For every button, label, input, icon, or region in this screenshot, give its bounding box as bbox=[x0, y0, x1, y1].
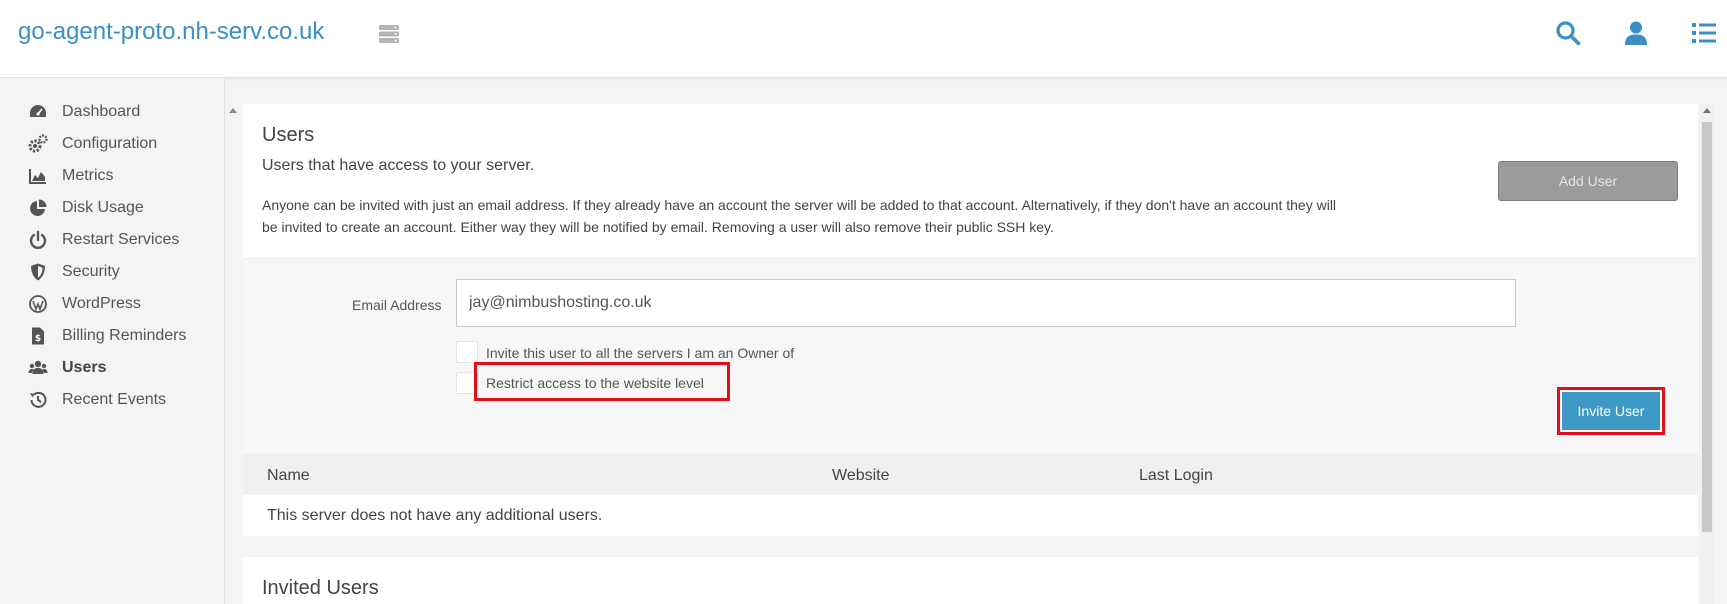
sidebar-item-label: Restart Services bbox=[62, 231, 180, 248]
users-table-empty-message: This server does not have any additional… bbox=[267, 507, 603, 524]
email-field[interactable] bbox=[456, 279, 1516, 327]
sidebar-item-label: Dashboard bbox=[62, 103, 141, 120]
sidebar-item-metrics[interactable]: Metrics bbox=[28, 162, 114, 190]
sidebar-item-label: Disk Usage bbox=[62, 199, 144, 216]
sidebar-item-label: Users bbox=[62, 359, 107, 376]
users-table-header: Name Website Last Login bbox=[243, 455, 1698, 495]
users-icon bbox=[28, 360, 48, 374]
invoice-icon: $ bbox=[32, 327, 44, 345]
svg-text:$: $ bbox=[35, 334, 41, 344]
sidebar-item-label: Configuration bbox=[62, 135, 158, 152]
sidebar-item-dashboard[interactable]: Dashboard bbox=[28, 98, 140, 126]
email-label: Email Address bbox=[352, 297, 442, 313]
sidebar-item-configuration[interactable]: Configuration bbox=[28, 130, 157, 158]
list-icon[interactable] bbox=[1691, 20, 1717, 46]
invite-user-form: Email Address Invite this user to all th… bbox=[243, 258, 1698, 455]
sidebar-item-wordpress[interactable]: WordPress bbox=[28, 290, 141, 318]
main-scrollbar-thumb[interactable] bbox=[1702, 122, 1712, 532]
history-icon bbox=[30, 391, 47, 408]
sidebar-item-restart-services[interactable]: Restart Services bbox=[28, 226, 179, 254]
invited-users-title: Invited Users bbox=[262, 577, 379, 599]
invite-all-servers-label[interactable]: Invite this user to all the servers I am… bbox=[486, 345, 794, 361]
sidebar-item-label: WordPress bbox=[62, 295, 141, 312]
column-header-website[interactable]: Website bbox=[832, 467, 890, 485]
sidebar-item-label: Recent Events bbox=[62, 391, 167, 408]
sidebar-item-users[interactable]: Users bbox=[28, 354, 106, 382]
invited-users-card: Invited Users bbox=[243, 557, 1698, 604]
sidebar-item-recent-events[interactable]: Recent Events bbox=[28, 386, 166, 414]
add-user-button[interactable]: Add User bbox=[1498, 161, 1678, 201]
top-bar: go-agent-proto.nh-serv.co.uk bbox=[0, 0, 1727, 78]
sidebar-item-label: Metrics bbox=[62, 167, 114, 184]
server-name-link[interactable]: go-agent-proto.nh-serv.co.uk bbox=[18, 18, 324, 46]
invite-all-servers-checkbox[interactable] bbox=[456, 341, 478, 363]
power-icon bbox=[29, 230, 47, 249]
scroll-up-arrow[interactable] bbox=[1702, 106, 1712, 116]
restrict-website-label[interactable]: Restrict access to the website level bbox=[486, 375, 704, 391]
chart-area-icon bbox=[29, 169, 46, 184]
pie-chart-icon bbox=[30, 199, 47, 216]
invite-user-button[interactable]: Invite User bbox=[1562, 392, 1660, 430]
page-title: Users bbox=[262, 124, 315, 146]
server-icon[interactable] bbox=[378, 24, 400, 44]
column-header-last-login[interactable]: Last Login bbox=[1139, 467, 1213, 485]
sidebar-item-label: Security bbox=[62, 263, 120, 280]
users-subtitle: Users that have access to your server. bbox=[262, 157, 535, 174]
sidebar-item-security[interactable]: Security bbox=[28, 258, 120, 286]
sidebar-item-disk-usage[interactable]: Disk Usage bbox=[28, 194, 144, 222]
search-icon[interactable] bbox=[1555, 20, 1581, 46]
sidebar-item-billing-reminders[interactable]: $ Billing Reminders bbox=[28, 322, 187, 350]
user-icon[interactable] bbox=[1623, 20, 1649, 46]
column-header-name[interactable]: Name bbox=[267, 467, 310, 485]
wordpress-icon bbox=[29, 295, 47, 313]
users-description: Anyone can be invited with just an email… bbox=[262, 197, 1337, 235]
sidebar-item-label: Billing Reminders bbox=[62, 327, 187, 344]
sidebar-scroll-up-arrow[interactable] bbox=[226, 104, 240, 118]
dashboard-icon bbox=[30, 105, 46, 117]
users-card: Users Users that have access to your ser… bbox=[243, 104, 1698, 536]
sidebar: Dashboard Configuration Metrics Disk Usa… bbox=[0, 78, 225, 604]
cogs-icon bbox=[28, 134, 48, 153]
shield-icon bbox=[31, 263, 45, 281]
